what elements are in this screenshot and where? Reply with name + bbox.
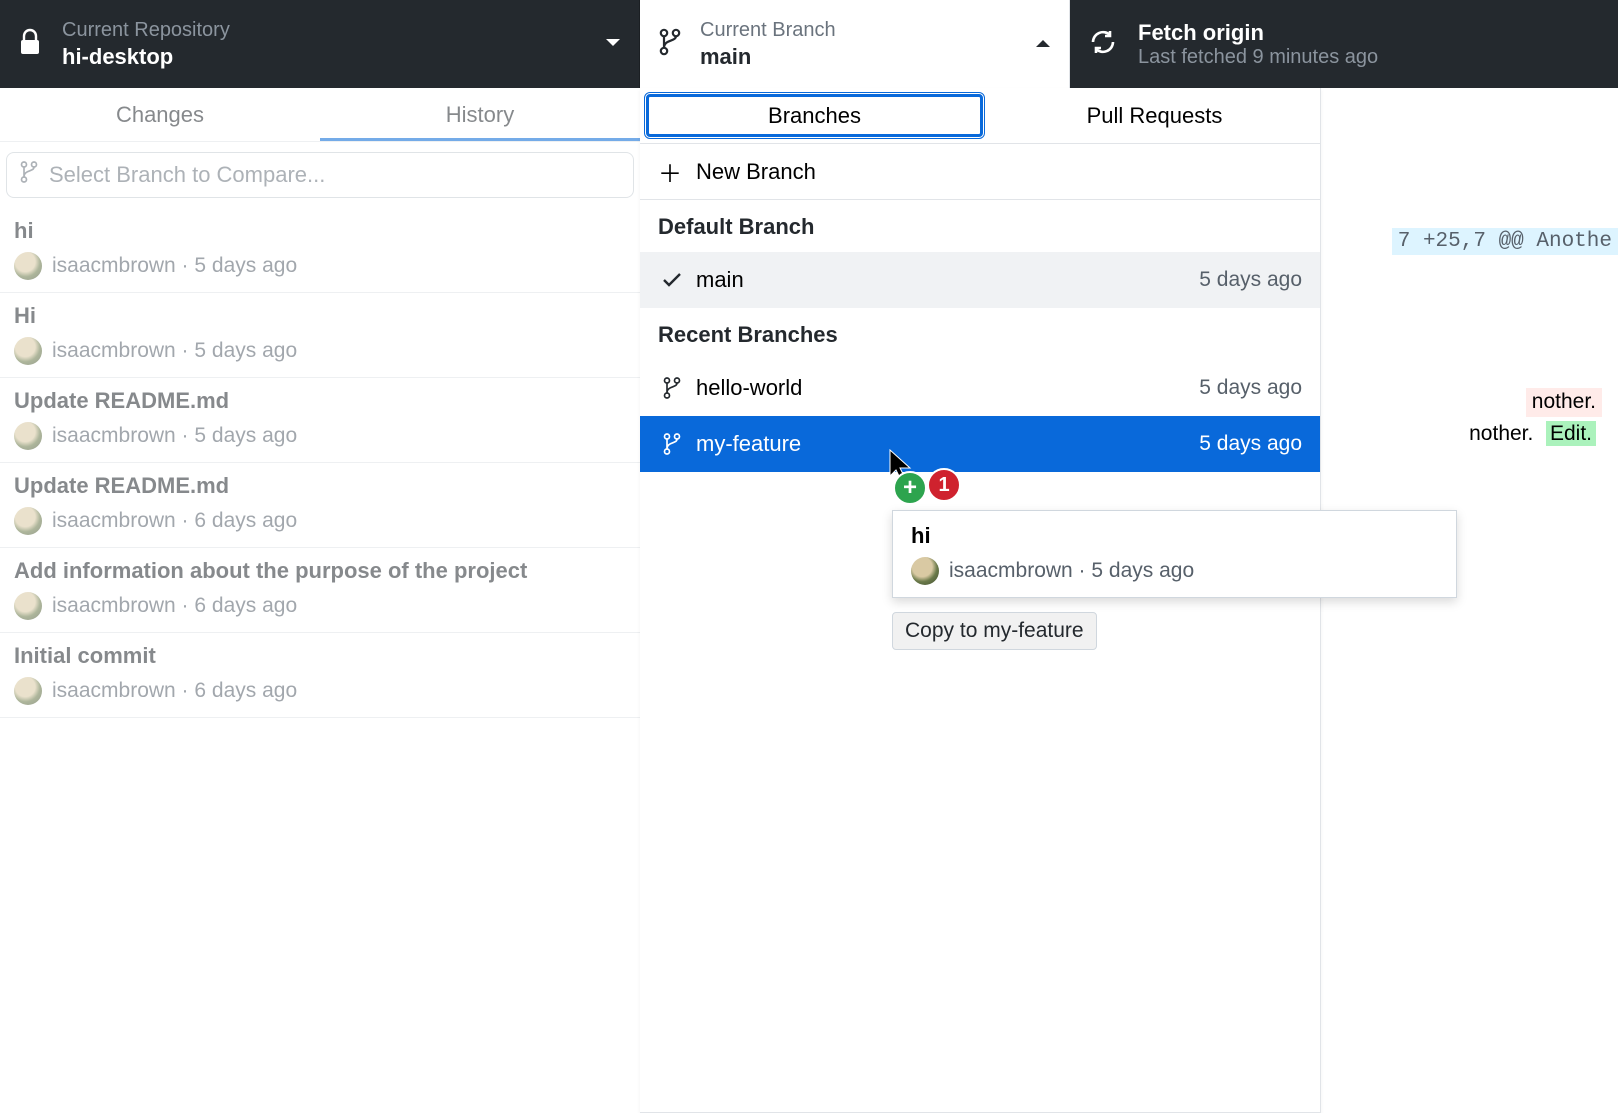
drag-commit-author: isaacmbrown [949, 559, 1073, 583]
branch-item-hello-world[interactable]: hello-world 5 days ago [640, 360, 1320, 416]
diff-line-added: nother. Edit. [1463, 420, 1602, 449]
titlebar: Current Repository hi-desktop Current Br… [0, 0, 1618, 88]
count-badge: 1 [927, 468, 961, 502]
chevron-up-icon [1035, 35, 1051, 53]
new-branch-button[interactable]: ＋ New Branch [640, 144, 1320, 200]
commit-author: isaacmbrown [52, 339, 176, 363]
commit-title: hi [14, 218, 626, 244]
avatar [14, 677, 42, 705]
commit-time: 5 days ago [194, 339, 297, 363]
check-icon [658, 269, 686, 291]
compare-placeholder: Select Branch to Compare... [49, 162, 325, 188]
fetch-title: Fetch origin [1138, 20, 1378, 46]
commit-title: Update README.md [14, 388, 626, 414]
repo-label: Current Repository [62, 19, 230, 42]
chevron-down-icon [605, 35, 621, 53]
commit-author: isaacmbrown [52, 254, 176, 278]
tab-pull-requests[interactable]: Pull Requests [989, 88, 1320, 143]
left-tabs: Changes History [0, 88, 640, 142]
avatar [911, 557, 939, 585]
branch-label: Current Branch [700, 19, 836, 42]
commit-time: 6 days ago [194, 509, 297, 533]
drag-commit-card: hi isaacmbrown · 5 days ago [892, 510, 1457, 598]
commit-list: hiisaacmbrown · 5 days agoHiisaacmbrown … [0, 208, 640, 718]
avatar [14, 422, 42, 450]
copy-to-branch-tooltip: Copy to my-feature [892, 612, 1097, 650]
commit-item[interactable]: Initial commitisaacmbrown · 6 days ago [0, 633, 640, 718]
commit-title: Initial commit [14, 643, 626, 669]
tab-branches[interactable]: Branches [646, 94, 983, 137]
commit-time: 6 days ago [194, 594, 297, 618]
diff-line-removed: nother. [1526, 388, 1602, 417]
commit-author: isaacmbrown [52, 424, 176, 448]
lock-icon [18, 28, 42, 61]
commit-title: Update README.md [14, 473, 626, 499]
commit-author: isaacmbrown [52, 509, 176, 533]
current-repository-button[interactable]: Current Repository hi-desktop [0, 0, 640, 88]
commit-author: isaacmbrown [52, 679, 176, 703]
drag-commit-title: hi [911, 523, 1438, 549]
branch-icon [658, 375, 686, 401]
fetch-origin-button[interactable]: Fetch origin Last fetched 9 minutes ago [1070, 0, 1618, 88]
fetch-subtitle: Last fetched 9 minutes ago [1138, 46, 1378, 69]
diff-hunk-header: 7 +25,7 @@ Anothe [1392, 228, 1618, 255]
avatar [14, 252, 42, 280]
recent-branches-heading: Recent Branches [640, 308, 1320, 360]
repo-name: hi-desktop [62, 44, 230, 70]
commit-title: Hi [14, 303, 626, 329]
commit-title: Add information about the purpose of the… [14, 558, 626, 584]
avatar [14, 337, 42, 365]
commit-time: 5 days ago [194, 254, 297, 278]
commit-time: 5 days ago [194, 424, 297, 448]
branch-item-main[interactable]: main 5 days ago [640, 252, 1320, 308]
commit-item[interactable]: Update README.mdisaacmbrown · 6 days ago [0, 463, 640, 548]
history-panel: Changes History Select Branch to Compare… [0, 88, 640, 848]
drag-commit-time: 5 days ago [1091, 559, 1194, 583]
branch-item-my-feature[interactable]: my-feature 5 days ago [640, 416, 1320, 472]
branch-name: main [700, 44, 836, 70]
commit-item[interactable]: Hiisaacmbrown · 5 days ago [0, 293, 640, 378]
avatar [14, 507, 42, 535]
branch-icon [19, 159, 39, 191]
sync-icon [1088, 27, 1118, 62]
tab-history[interactable]: History [320, 88, 640, 141]
branch-compare-select[interactable]: Select Branch to Compare... [6, 152, 634, 198]
branch-icon [658, 431, 686, 457]
commit-item[interactable]: Update README.mdisaacmbrown · 5 days ago [0, 378, 640, 463]
commit-author: isaacmbrown [52, 594, 176, 618]
plus-icon: ＋ [658, 154, 682, 189]
avatar [14, 592, 42, 620]
commit-item[interactable]: hiisaacmbrown · 5 days ago [0, 208, 640, 293]
tab-changes[interactable]: Changes [0, 88, 320, 141]
branch-dropdown-panel: Branches Pull Requests ＋ New Branch Defa… [640, 88, 1321, 1113]
add-badge-icon: + [893, 471, 927, 505]
default-branch-heading: Default Branch [640, 200, 1320, 252]
branch-icon [658, 27, 682, 62]
commit-item[interactable]: Add information about the purpose of the… [0, 548, 640, 633]
current-branch-button[interactable]: Current Branch main [640, 0, 1070, 88]
commit-time: 6 days ago [194, 679, 297, 703]
